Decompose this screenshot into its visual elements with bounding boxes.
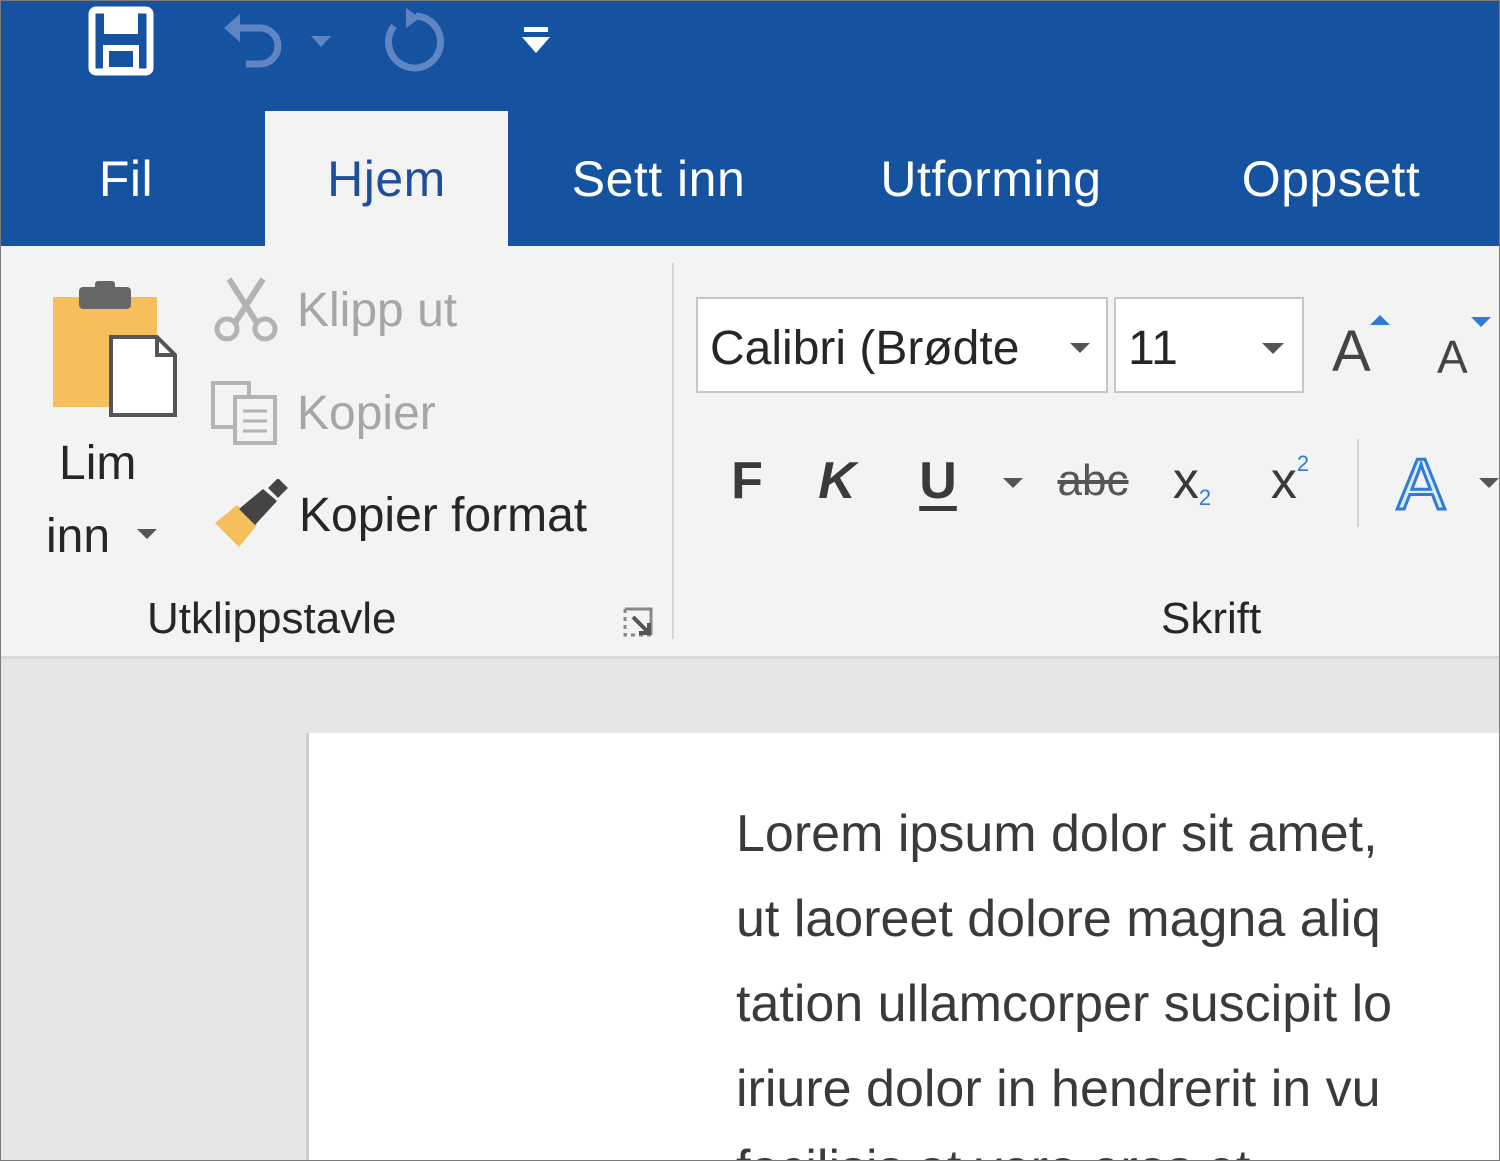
- text-effects-dropdown-icon[interactable]: [1479, 478, 1499, 488]
- shrink-font-icon[interactable]: A: [1431, 301, 1500, 391]
- tab-oppsett[interactable]: Oppsett: [1211, 111, 1451, 246]
- font-name-value: Calibri (Brødte: [710, 322, 1020, 375]
- format-painter-icon: [215, 479, 288, 547]
- chevron-down-icon[interactable]: [1070, 343, 1090, 353]
- word-window: Fil Hjem Sett inn Utforming Oppsett Lim …: [0, 0, 1500, 1161]
- cut-button[interactable]: Klipp ut: [297, 283, 457, 338]
- tab-hjem[interactable]: Hjem: [265, 111, 508, 246]
- italic-button[interactable]: K: [807, 441, 867, 521]
- paste-dropdown-icon[interactable]: [137, 529, 157, 539]
- svg-text:A: A: [1437, 331, 1468, 383]
- redo-icon[interactable]: [371, 1, 451, 81]
- svg-text:A: A: [1332, 319, 1371, 384]
- chevron-down-icon[interactable]: [1262, 343, 1284, 354]
- customize-toolbar-icon[interactable]: [506, 1, 566, 81]
- underline-dropdown-icon[interactable]: [1003, 478, 1023, 488]
- font-size-combobox[interactable]: 11: [1114, 297, 1304, 393]
- dialog-launcher-icon[interactable]: [621, 605, 657, 641]
- superscript-label: x: [1270, 452, 1297, 510]
- bold-button[interactable]: F: [719, 441, 775, 521]
- ribbon-tabs: Fil Hjem Sett inn Utforming Oppsett: [1, 111, 1499, 246]
- svg-text:A: A: [1397, 445, 1445, 521]
- superscript-button[interactable]: x2: [1255, 441, 1325, 521]
- button-separator: [1357, 439, 1359, 527]
- format-painter-button[interactable]: Kopier format: [299, 488, 587, 543]
- undo-dropdown-icon[interactable]: [303, 1, 339, 81]
- clipboard-group-label: Utklippstavle: [147, 594, 397, 643]
- paste-label[interactable]: Lim: [59, 436, 136, 491]
- subscript-label: x: [1172, 452, 1199, 510]
- underline-button[interactable]: U: [909, 441, 967, 521]
- paste-icon[interactable]: [49, 279, 179, 419]
- paste-label[interactable]: inn: [46, 509, 110, 564]
- document-text-line[interactable]: ut laoreet dolore magna aliq: [736, 889, 1381, 949]
- subscript-button[interactable]: x2: [1157, 441, 1227, 521]
- font-name-combobox[interactable]: Calibri (Brødte: [696, 297, 1108, 393]
- tab-utforming[interactable]: Utforming: [846, 111, 1136, 246]
- document-text-line[interactable]: Lorem ipsum dolor sit amet,: [736, 804, 1378, 864]
- group-separator: [672, 263, 674, 639]
- title-bar: [1, 1, 1499, 111]
- text-effects-icon[interactable]: A: [1393, 441, 1463, 522]
- undo-icon[interactable]: [211, 1, 291, 81]
- tab-fil[interactable]: Fil: [61, 111, 191, 246]
- copy-icon: [211, 381, 277, 445]
- font-size-value: 11: [1128, 322, 1178, 375]
- font-group-label: Skrift: [1161, 594, 1262, 643]
- copy-button[interactable]: Kopier: [297, 386, 436, 441]
- document-text-line[interactable]: iriure dolor in hendrerit in vu: [736, 1059, 1381, 1119]
- tab-sett-inn[interactable]: Sett inn: [541, 111, 776, 246]
- strikethrough-button[interactable]: abc: [1051, 441, 1135, 521]
- save-icon[interactable]: [81, 1, 161, 81]
- document-text-line[interactable]: tation ullamcorper suscipit lo: [736, 974, 1392, 1034]
- grow-font-icon[interactable]: A: [1326, 301, 1396, 391]
- document-text-line[interactable]: facilisis at vero eros et: [736, 1139, 1250, 1160]
- document-toolbar-gap: [1, 659, 1499, 733]
- scissors-icon: [214, 277, 278, 342]
